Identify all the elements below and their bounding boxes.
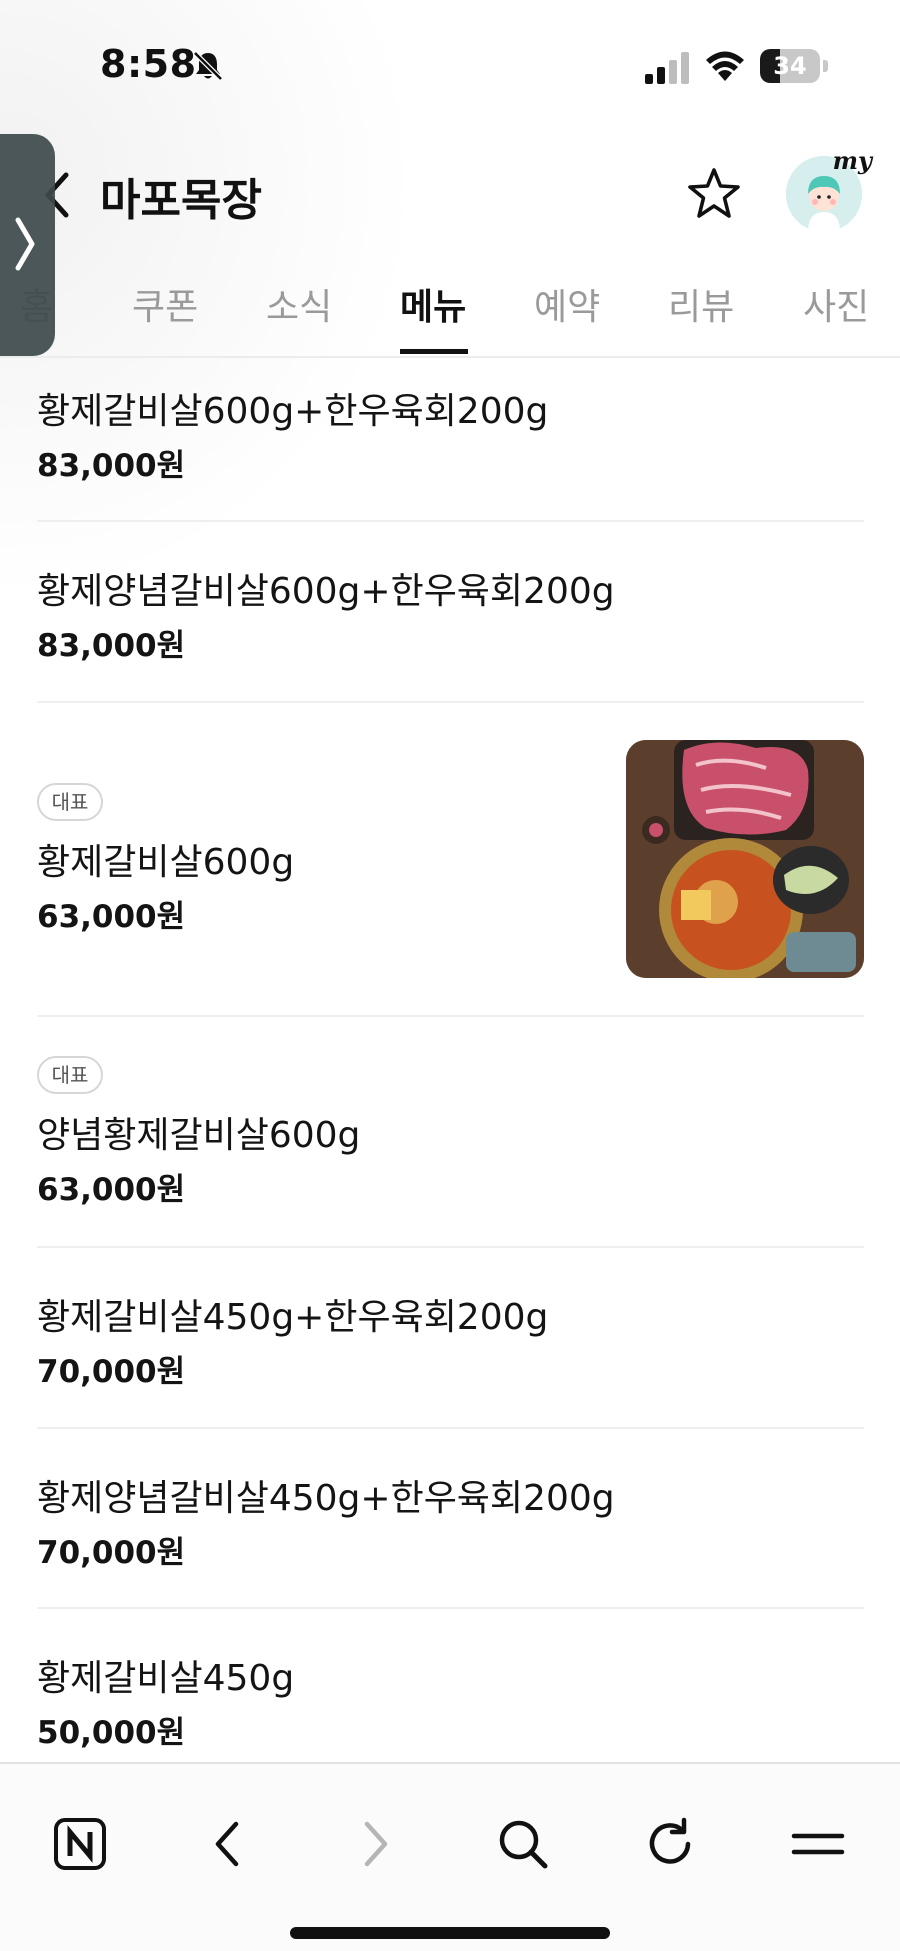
favorite-star-icon[interactable] [686,166,742,222]
back-icon[interactable] [198,1814,258,1874]
tab-menu[interactable]: 메뉴 [400,278,466,330]
refresh-icon[interactable] [640,1814,700,1874]
signature-badge: 대표 [37,783,103,821]
menu-item-price: 83,000원 [37,628,186,664]
store-title: 마포목장 [100,175,262,226]
tab-bar: 홈 쿠폰 소식 메뉴 예약 리뷰 사진 [0,262,900,358]
menu-item-name: 황제양념갈비살600g+한우육회200g [37,571,615,612]
side-drawer-handle[interactable] [0,134,55,356]
menu-item[interactable]: 황제양념갈비살450g+한우육회200g 70,000원 [37,1429,864,1609]
menu-item-price: 70,000원 [37,1354,186,1390]
my-avatar[interactable]: my [786,146,872,232]
menu-item-price: 83,000원 [37,448,186,484]
menu-item[interactable]: 황제갈비살450g 50,000원 [37,1609,864,1762]
menu-item-name: 황제양념갈비살450g+한우육회200g [37,1478,615,1519]
menu-item-price: 63,000원 [37,899,186,935]
menu-item-name: 황제갈비살600g [37,842,295,883]
menu-item-name: 양념황제갈비살600g [37,1115,361,1156]
tab-photo[interactable]: 사진 [803,278,869,330]
food-photo-image [626,740,864,978]
wifi-icon [706,51,744,81]
menu-item-name: 황제갈비살450g+한우육회200g [37,1297,549,1338]
tab-news[interactable]: 소식 [266,278,332,330]
home-indicator [290,1927,610,1939]
browser-toolbar [0,1762,900,1951]
menu-item[interactable]: 황제갈비살450g+한우육회200g 70,000원 [37,1248,864,1429]
menu-item-price: 50,000원 [37,1715,186,1751]
battery-indicator: 34 [760,49,828,83]
tab-reservation[interactable]: 예약 [534,278,600,330]
menu-item[interactable]: 대표 양념황제갈비살600g 63,000원 [37,1017,864,1248]
menu-icon[interactable] [788,1814,848,1874]
tab-coupon[interactable]: 쿠폰 [132,278,198,330]
cellular-signal-icon [645,52,689,84]
menu-item-price: 63,000원 [37,1172,186,1208]
tab-review[interactable]: 리뷰 [668,278,734,330]
bell-muted-icon [193,51,223,81]
status-bar: 8:58 34 [0,0,900,130]
chevron-right-icon [15,217,35,271]
menu-item[interactable]: 황제양념갈비살600g+한우육회200g 83,000원 [37,522,864,703]
page-header: 마포목장 my [0,140,900,250]
menu-item-price: 70,000원 [37,1535,186,1571]
menu-item[interactable]: 황제갈비살600g+한우육회200g 83,000원 [37,372,864,522]
menu-item-name: 황제갈비살450g [37,1658,295,1699]
menu-item[interactable]: 대표 황제갈비살600g 63,000원 [37,703,864,1017]
menu-item-name: 황제갈비살600g+한우육회200g [37,391,549,432]
battery-percent: 34 [773,52,807,80]
signature-badge: 대표 [37,1056,103,1094]
forward-icon[interactable] [345,1814,405,1874]
status-time: 8:58 [100,42,197,86]
search-icon[interactable] [493,1814,553,1874]
menu-item-photo[interactable] [626,740,864,978]
naver-home-icon[interactable] [50,1814,110,1874]
active-tab-indicator [400,349,468,354]
avatar-my-label: my [832,146,872,175]
